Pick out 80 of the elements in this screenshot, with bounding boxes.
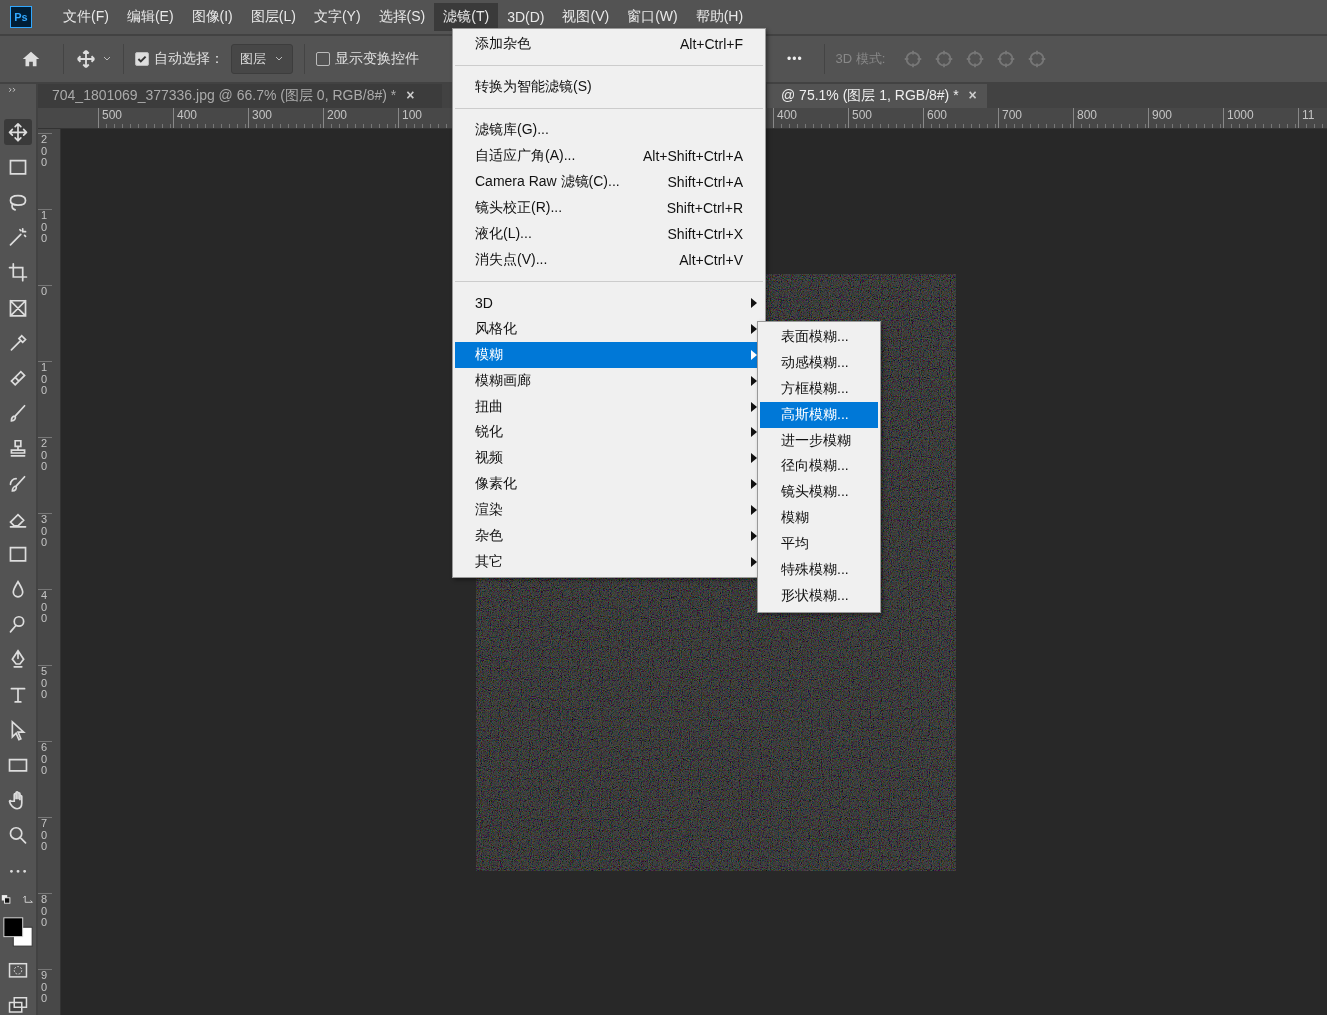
ruler-label: 800 (1073, 108, 1148, 128)
ruler-label: 200 (38, 133, 52, 209)
menu-item[interactable]: 文字(Y) (304, 3, 370, 31)
ruler-label: 100 (38, 209, 52, 285)
submenu-arrow-icon (751, 531, 757, 541)
ruler-label: 500 (98, 108, 173, 128)
menu-item[interactable]: 镜头模糊... (760, 479, 878, 506)
menu-item[interactable]: 窗口(W) (618, 3, 687, 31)
ruler-label: 400 (173, 108, 248, 128)
submenu-arrow-icon (751, 375, 757, 386)
menu-item[interactable]: Camera Raw 滤镜(C)... Shift+Ctrl+A (455, 169, 763, 195)
menu-item[interactable]: 转换为智能滤镜(S) (455, 74, 763, 100)
menu-item[interactable]: 动感模糊... (760, 349, 878, 376)
move-icon[interactable] (4, 118, 32, 146)
close-button[interactable]: × (406, 87, 415, 108)
menu-item[interactable]: 选择(S) (369, 3, 435, 31)
more-button[interactable]: ••• (777, 52, 813, 66)
ruler-label: 200 (38, 437, 52, 513)
submenu-arrow-icon (751, 556, 757, 567)
ruler-label: 400 (38, 589, 52, 665)
menu-item[interactable]: 表面模糊... (760, 324, 878, 350)
ruler-label: 600 (923, 108, 998, 128)
submenu-arrow-icon (751, 298, 757, 308)
submenu-arrow-icon (751, 349, 757, 360)
checkbox[interactable] (135, 52, 149, 66)
menu-item[interactable]: 3D(D) (498, 4, 554, 30)
ruler-label: 0 (38, 285, 52, 361)
document-tab[interactable]: 704_1801069_377336.jpg @ 66.7% (图层 0, RGB/8#) * × (38, 84, 442, 108)
ruler-label: 200 (323, 108, 398, 128)
menu-item[interactable]: 平均 (760, 531, 878, 557)
menu-item[interactable]: 形状模糊... (760, 582, 878, 609)
color-swatches[interactable] (0, 914, 36, 949)
menu-item[interactable]: 自适应广角(A)... Alt+Shift+Ctrl+A (455, 143, 763, 169)
ruler-label: 300 (248, 108, 323, 128)
layer-dropdown[interactable]: 图层 (231, 44, 293, 74)
ruler-label: 500 (848, 108, 923, 128)
submenu-arrow-icon (751, 479, 757, 490)
ruler-label: 500 (38, 665, 52, 741)
menu-item[interactable]: 图像(I) (182, 3, 242, 31)
menu-item[interactable]: 方框模糊... (760, 375, 878, 402)
menu-item[interactable]: 模糊 (760, 505, 878, 532)
menu-item[interactable]: 特殊模糊... (760, 557, 878, 583)
collapse-icon[interactable] (8, 87, 18, 93)
menu-item[interactable]: 图层(L) (241, 3, 305, 31)
submenu-arrow-icon (751, 401, 757, 412)
ruler-label: 700 (38, 817, 52, 893)
ruler-label: 100 (38, 361, 52, 437)
menu-item[interactable]: 编辑(E) (117, 3, 183, 31)
show-transform-label: 显示变换控件 (335, 50, 419, 68)
menu-item[interactable]: 添加杂色 Alt+Ctrl+F (455, 31, 763, 57)
submenu-arrow-icon (751, 505, 757, 516)
ruler-label: 400 (773, 108, 848, 128)
swap-colors-icon[interactable] (0, 892, 36, 906)
auto-select-label: 自动选择： (154, 50, 224, 68)
ruler-label: 900 (38, 969, 52, 1015)
menu-item[interactable]: 径向模糊... (760, 453, 878, 480)
move-icon[interactable] (75, 48, 97, 70)
menu-item[interactable]: 消失点(V)... Alt+Ctrl+V (455, 247, 763, 273)
ruler-label: 1000 (1223, 108, 1298, 128)
submenu-arrow-icon (751, 323, 757, 334)
submenu-arrow-icon (751, 453, 757, 464)
close-button[interactable]: × (968, 87, 977, 108)
menu-item[interactable]: 帮助(H) (686, 3, 753, 31)
menu-item[interactable]: 滤镜(T) (434, 3, 499, 31)
menu-item[interactable]: 进一步模糊 (760, 427, 878, 454)
ruler-label: 700 (998, 108, 1073, 128)
menu-item[interactable]: 液化(L)... Shift+Ctrl+X (455, 221, 763, 247)
menu-item[interactable]: 文件(F) (54, 3, 118, 31)
app-logo[interactable]: Ps (10, 6, 32, 28)
checkbox[interactable] (316, 52, 330, 66)
document-tab[interactable]: @ 75.1% (图层 1, RGB/8#) * × (767, 84, 987, 108)
ruler-label: 800 (38, 893, 52, 969)
menu-item[interactable]: 视图(V) (553, 3, 619, 31)
submenu-arrow-icon (751, 427, 757, 438)
ruler-label: 300 (38, 513, 52, 589)
menu-item[interactable]: 3D (455, 290, 763, 316)
menu-item[interactable]: 镜头校正(R)... Shift+Ctrl+R (455, 195, 763, 221)
ruler-label: 900 (1148, 108, 1223, 128)
ruler-label: 600 (38, 741, 52, 817)
menu-item[interactable]: 高斯模糊... (760, 401, 878, 428)
